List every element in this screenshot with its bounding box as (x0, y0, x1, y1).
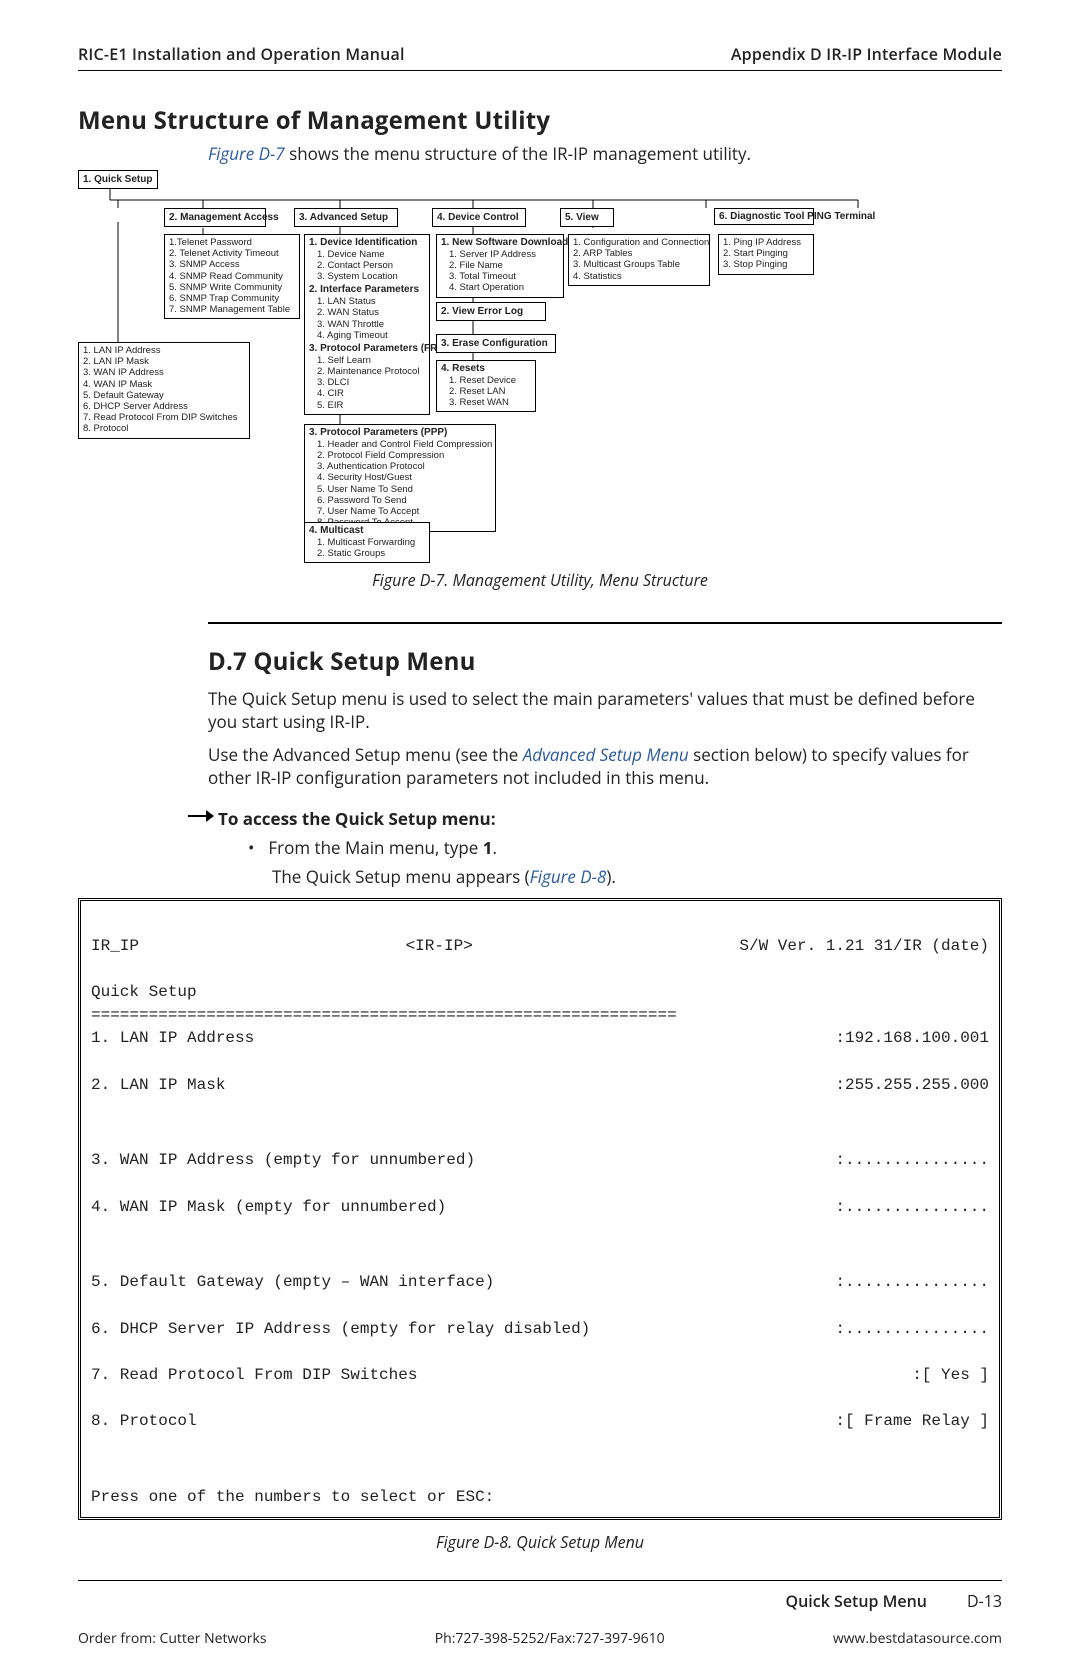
procedure-heading: To access the Quick Setup menu: (188, 808, 1002, 831)
node-adv-c: 4. Multicast 1. Multicast Forwarding 2. … (304, 522, 430, 563)
para-1: The Quick Setup menu is used to select t… (208, 688, 1002, 734)
node-dc4: 4. Resets 1. Reset Device 2. Reset LAN 3… (436, 360, 536, 412)
term-head-left: IR_IP (91, 935, 139, 958)
page-footer-outer: Order from: Cutter Networks Ph:727-398-5… (78, 1630, 1002, 1649)
step-result: The Quick Setup menu appears (Figure D-8… (272, 866, 1002, 889)
term-head-right: S/W Ver. 1.21 31/IR (date) (739, 935, 989, 958)
node-device-control: 4. Device Control (432, 208, 526, 228)
node-dc3: 3. Erase Configuration (436, 334, 556, 354)
node-advanced-setup: 3. Advanced Setup (294, 208, 398, 228)
step-1: From the Main menu, type 1. (248, 837, 1002, 860)
advanced-setup-link[interactable]: Advanced Setup Menu (523, 743, 689, 766)
node-view: 5. View (560, 208, 614, 228)
heading-d7: D.7 Quick Setup Menu (208, 646, 1002, 678)
node-management-access: 2. Management Access (164, 208, 266, 228)
footer-rule (78, 1580, 1002, 1581)
procedure-arrow-icon (188, 808, 218, 824)
node-diag-items: 1. Ping IP Address 2. Start Pinging 3. S… (718, 234, 814, 275)
node-view-items: 1. Configuration and Connection 2. ARP T… (568, 234, 710, 286)
node-management-items: 1.Telenet Password 2. Telenet Activity T… (164, 234, 300, 319)
header-right: Appendix D IR-IP Interface Module (731, 44, 1002, 66)
figure-d7-ref[interactable]: Figure D-7 (208, 142, 285, 165)
running-header: RIC-E1 Installation and Operation Manual… (78, 44, 1002, 71)
para-2: Use the Advanced Setup menu (see the Adv… (208, 744, 1002, 790)
section-rule (208, 622, 1002, 624)
figure-d8-ref[interactable]: Figure D-8 (530, 865, 607, 888)
node-quick-setup: 1. Quick Setup (78, 170, 158, 190)
heading-menu-structure: Menu Structure of Management Utility (78, 105, 1002, 137)
menu-structure-diagram: Main Menu 1. Quick Setup 2. Management A… (78, 170, 918, 560)
figure-d7-caption: Figure D-7. Management Utility, Menu Str… (78, 570, 1002, 592)
procedure-steps: From the Main menu, type 1. (248, 837, 1002, 860)
header-left: RIC-E1 Installation and Operation Manual (78, 44, 405, 66)
node-adv-b: 3. Protocol Parameters (PPP) 1. Header a… (304, 424, 496, 532)
quick-setup-terminal: IR_IP<IR-IP>S/W Ver. 1.21 31/IR (date) Q… (78, 898, 1002, 1520)
node-adv-a: 1. Device Identification 1. Device Name … (304, 234, 430, 415)
term-subtitle: Quick Setup (91, 983, 197, 1001)
node-diagnostic-tool: 6. Diagnostic Tool PING Terminal (714, 208, 814, 225)
term-divider: ========================================… (91, 1006, 677, 1024)
figure-d8-caption: Figure D-8. Quick Setup Menu (78, 1532, 1002, 1554)
node-dc2: 2. View Error Log (436, 302, 546, 322)
term-head-center: <IR-IP> (139, 935, 739, 958)
node-quick-setup-items: 1. LAN IP Address 2. LAN IP Mask 3. WAN … (78, 342, 250, 439)
node-dc1: 1. New Software Download 1. Server IP Ad… (436, 234, 564, 298)
page-footer-inner: Quick Setup Menu D-13 (78, 1591, 1002, 1613)
lead-paragraph: Figure D-7 shows the menu structure of t… (208, 143, 1002, 166)
term-prompt: Press one of the numbers to select or ES… (91, 1488, 494, 1506)
